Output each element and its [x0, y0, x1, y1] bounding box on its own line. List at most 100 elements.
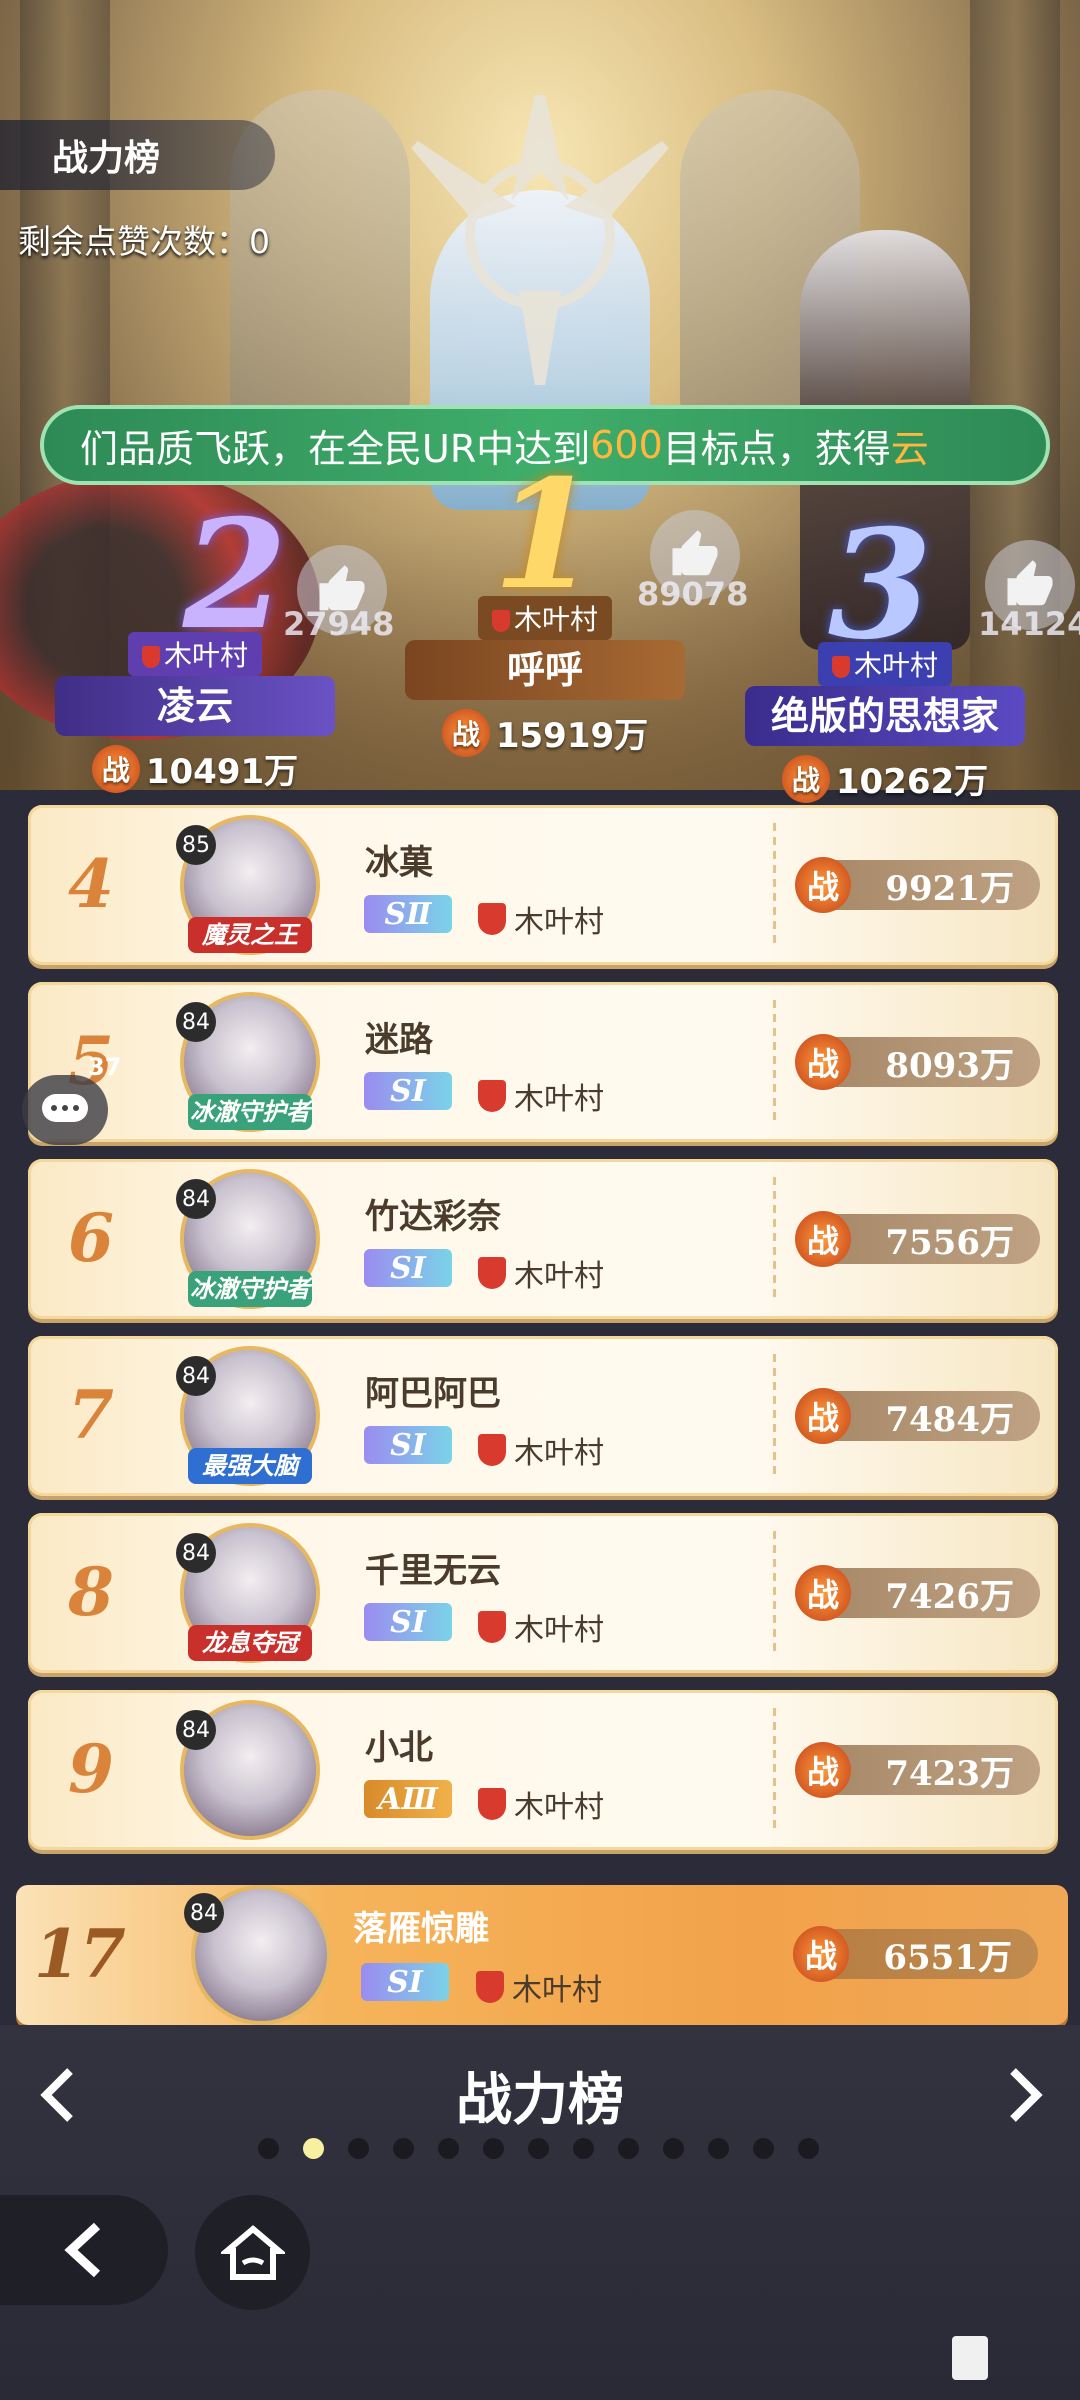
- ranking-list: 4 85 魔灵之王 冰菓 SⅡ 木叶村 战 9921万 5 84 冰澈守护者 迷路…: [28, 805, 1058, 1867]
- my-guild-label: 木叶村: [476, 1965, 602, 2009]
- rank-number: 9: [68, 1730, 114, 1808]
- podium-rank-2[interactable]: 2 木叶村 凌云 战 10491万: [55, 500, 335, 793]
- page-dot[interactable]: [663, 2138, 684, 2159]
- page-dot[interactable]: [798, 2138, 819, 2159]
- page-dot[interactable]: [393, 2138, 414, 2159]
- ranking-row[interactable]: 9 84 小北 AⅢ 木叶村 战 7423万: [28, 1690, 1058, 1850]
- page-dot[interactable]: [483, 2138, 504, 2159]
- guild-label: 木叶村: [478, 897, 604, 941]
- page-dot[interactable]: [573, 2138, 594, 2159]
- page-dot[interactable]: [258, 2138, 279, 2159]
- chevron-right-icon: [1010, 2068, 1043, 2122]
- power-value: 战 7484万: [795, 1388, 1040, 1444]
- thumbs-up-icon: [1007, 560, 1053, 606]
- podium-power: 战 15919万: [441, 708, 648, 757]
- guild-shield-icon: [478, 1434, 506, 1466]
- page-dot[interactable]: [618, 2138, 639, 2159]
- my-tier-badge: SⅠ: [361, 1963, 449, 2001]
- title-banner: 魔灵之王: [188, 917, 312, 953]
- guild-label: 木叶村: [478, 1074, 604, 1118]
- home-button[interactable]: [195, 2195, 310, 2310]
- player-name: 小北: [365, 1728, 433, 1768]
- likes-remaining-text: 剩余点赞次数：0: [18, 222, 270, 261]
- guild-shield-icon: [478, 1788, 506, 1820]
- title-banner: 冰澈守护者: [188, 1094, 312, 1130]
- player-name: 迷路: [365, 1020, 433, 1060]
- podium-guild-tag: 木叶村: [127, 632, 262, 676]
- page-dot[interactable]: [303, 2138, 324, 2159]
- tier-badge: AⅢ: [364, 1780, 452, 1818]
- ranking-row[interactable]: 8 84 龙息夺冠 千里无云 SⅠ 木叶村 战 7426万: [28, 1513, 1058, 1673]
- my-player-name: 落雁惊雕: [353, 1909, 489, 1949]
- podium-power: 战 10262万: [781, 754, 988, 803]
- player-name: 阿巴阿巴: [365, 1374, 501, 1414]
- title-banner: 冰澈守护者: [188, 1271, 312, 1307]
- level-badge: 84: [176, 1533, 216, 1573]
- back-arrow-icon: [64, 2222, 101, 2278]
- player-name: 竹达彩奈: [365, 1197, 501, 1237]
- level-badge: 84: [176, 1356, 216, 1396]
- podium-name-plate: 凌云: [55, 676, 335, 736]
- ranking-row[interactable]: 5 84 冰澈守护者 迷路 SⅠ 木叶村 战 8093万: [28, 982, 1058, 1142]
- my-power-value: 战 6551万: [793, 1926, 1038, 1982]
- title-banner: 最强大脑: [188, 1448, 312, 1484]
- player-name: 千里无云: [365, 1551, 501, 1591]
- board-title: 战力榜: [456, 2068, 624, 2133]
- rank-number: 8: [68, 1553, 114, 1631]
- thumbs-up-icon: [672, 530, 718, 576]
- guild-shield-icon: [478, 1080, 506, 1112]
- player-name: 冰菓: [365, 843, 433, 883]
- tier-badge: SⅠ: [364, 1426, 452, 1464]
- level-badge: 84: [176, 1002, 216, 1042]
- ranking-row[interactable]: 7 84 最强大脑 阿巴阿巴 SⅠ 木叶村 战 7484万: [28, 1336, 1058, 1496]
- level-badge: 84: [176, 1179, 216, 1219]
- marquee-text-2: 目标点，获得: [662, 426, 891, 471]
- guild-label: 木叶村: [478, 1428, 604, 1472]
- chat-badge-count: 37: [88, 1053, 122, 1081]
- page-indicator: [258, 2138, 819, 2159]
- chat-bubble-icon: [42, 1094, 88, 1122]
- my-rank-row[interactable]: 17 84 落雁惊雕 SⅠ 木叶村 战 6551万: [16, 1885, 1068, 2025]
- notepad-icon[interactable]: [952, 2336, 988, 2380]
- ranking-row[interactable]: 6 84 冰澈守护者 竹达彩奈 SⅠ 木叶村 战 7556万: [28, 1159, 1058, 1319]
- podium-name-plate: 绝版的思想家: [745, 686, 1025, 746]
- title-banner: 龙息夺冠: [188, 1625, 312, 1661]
- power-value: 战 7556万: [795, 1211, 1040, 1267]
- chat-button[interactable]: 37: [22, 1053, 121, 1145]
- rank-number: 7: [68, 1376, 114, 1454]
- guild-label: 木叶村: [478, 1605, 604, 1649]
- like-count-rank-1: 89078: [637, 575, 749, 613]
- page-dot[interactable]: [753, 2138, 774, 2159]
- power-value: 战 9921万: [795, 857, 1040, 913]
- power-value: 战 8093万: [795, 1034, 1040, 1090]
- page-dot[interactable]: [708, 2138, 729, 2159]
- next-board-button[interactable]: [995, 2060, 1055, 2130]
- back-button[interactable]: [0, 2195, 168, 2305]
- home-icon: [220, 2224, 285, 2280]
- podium-name-plate: 呼呼: [405, 640, 685, 700]
- like-count-rank-3: 14124: [978, 605, 1080, 643]
- power-value: 战 7423万: [795, 1742, 1040, 1798]
- page-dot[interactable]: [348, 2138, 369, 2159]
- guild-shield-icon: [478, 1611, 506, 1643]
- my-rank-number: 17: [34, 1915, 126, 1993]
- like-count-rank-2: 27948: [283, 605, 395, 643]
- leaderboard-tab[interactable]: 战力榜: [0, 120, 275, 190]
- power-value: 战 7426万: [795, 1565, 1040, 1621]
- leaderboard-tab-label: 战力榜: [52, 138, 161, 179]
- rank-number: 4: [68, 845, 114, 923]
- tier-badge: SⅠ: [364, 1603, 452, 1641]
- rank-number: 6: [68, 1199, 114, 1277]
- podium-power: 战 10491万: [91, 744, 298, 793]
- guild-label: 木叶村: [478, 1782, 604, 1826]
- podium-rank-3[interactable]: 3 木叶村 绝版的思想家 战 10262万: [745, 510, 1025, 803]
- level-badge: 84: [176, 1710, 216, 1750]
- level-badge: 85: [176, 825, 216, 865]
- page-dot[interactable]: [528, 2138, 549, 2159]
- my-level-badge: 84: [184, 1893, 224, 1933]
- tier-badge: SⅠ: [364, 1072, 452, 1110]
- tier-badge: SⅡ: [364, 895, 452, 933]
- page-dot[interactable]: [438, 2138, 459, 2159]
- ranking-row[interactable]: 4 85 魔灵之王 冰菓 SⅡ 木叶村 战 9921万: [28, 805, 1058, 965]
- crown-emblem-icon: [411, 95, 669, 385]
